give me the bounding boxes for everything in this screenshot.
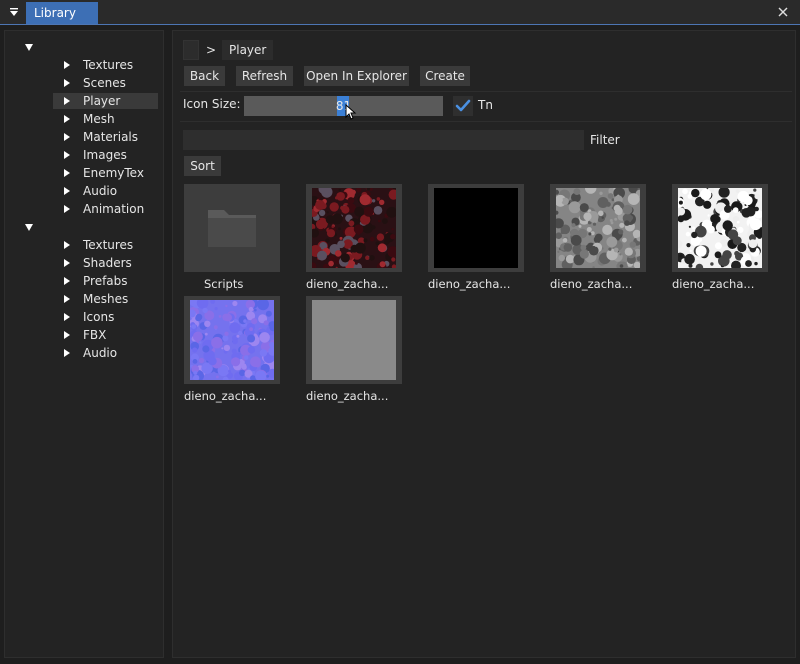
tree-item-label: Icons	[83, 310, 115, 324]
texture-tile[interactable]	[672, 184, 768, 272]
icon-size-label: Icon Size:	[183, 97, 241, 111]
toolbar-divider	[180, 91, 792, 92]
breadcrumb-separator: >	[206, 43, 217, 57]
file-name-label: Scripts	[204, 277, 244, 291]
close-button[interactable]	[774, 3, 792, 21]
create-button[interactable]: Create	[420, 66, 470, 86]
folder-tile[interactable]	[184, 184, 280, 272]
triangle-right-icon[interactable]	[63, 115, 71, 123]
tree-item-images[interactable]: Images	[53, 147, 158, 163]
window-title-bar: Library	[0, 0, 800, 25]
file-name-label: dieno_zacha...	[672, 277, 755, 291]
triangle-right-icon[interactable]	[63, 277, 71, 285]
tree-item-label: EnemyTex	[83, 166, 144, 180]
breadcrumb-root[interactable]	[183, 40, 199, 60]
tree-item-prefabs[interactable]: Prefabs	[53, 273, 158, 289]
checkmark-icon	[455, 99, 471, 112]
triangle-right-icon[interactable]	[63, 241, 71, 249]
filter-input[interactable]	[183, 130, 584, 150]
file-name-label: dieno_zacha...	[184, 389, 267, 403]
tree-item-label: Shaders	[83, 256, 132, 270]
tree-item-label: Materials	[83, 130, 139, 144]
filter-label: Filter	[590, 133, 620, 147]
triangle-right-icon[interactable]	[63, 151, 71, 159]
triangle-down-icon	[10, 8, 18, 16]
tree-item-label: Textures	[83, 58, 134, 72]
triangle-down-icon	[25, 43, 33, 51]
triangle-right-icon[interactable]	[63, 187, 71, 195]
sort-button[interactable]: Sort	[184, 156, 221, 176]
triangle-right-icon[interactable]	[63, 331, 71, 339]
tree-item-materials[interactable]: Materials	[53, 129, 158, 145]
triangle-right-icon[interactable]	[63, 61, 71, 69]
refresh-button[interactable]: Refresh	[236, 66, 293, 86]
tree-item-label: Images	[83, 148, 127, 162]
triangle-down-icon	[25, 223, 33, 231]
texture-thumbnail	[312, 300, 396, 380]
triangle-right-icon[interactable]	[63, 97, 71, 105]
tree-root-toggle-1[interactable]	[23, 41, 35, 53]
tree-item-label: Textures	[83, 238, 134, 252]
back-button[interactable]: Back	[184, 66, 225, 86]
breadcrumb-current[interactable]: Player	[222, 40, 274, 60]
tree-item-enemytex[interactable]: EnemyTex	[53, 165, 158, 181]
folder-icon	[190, 188, 274, 268]
tab-library[interactable]: Library	[26, 2, 98, 24]
texture-tile[interactable]	[550, 184, 646, 272]
file-name-label: dieno_zacha...	[550, 277, 633, 291]
icon-size-slider[interactable]: 81	[244, 96, 443, 116]
triangle-right-icon[interactable]	[63, 79, 71, 87]
tree-root-toggle-2[interactable]	[23, 221, 35, 233]
triangle-right-icon[interactable]	[63, 313, 71, 321]
tree-item-scenes[interactable]: Scenes	[53, 75, 158, 91]
triangle-right-icon[interactable]	[63, 205, 71, 213]
tree-item-textures[interactable]: Textures	[53, 57, 158, 73]
tree-item-label: Player	[83, 94, 121, 108]
tree-item-label: Animation	[83, 202, 145, 216]
triangle-right-icon[interactable]	[63, 133, 71, 141]
texture-tile[interactable]	[306, 184, 402, 272]
texture-thumbnail	[678, 188, 762, 268]
tree-item-mesh[interactable]: Mesh	[53, 111, 158, 127]
tree-item-textures[interactable]: Textures	[53, 237, 158, 253]
folder-tree-panel: Textures Scenes Player Mesh Materials Images E…	[4, 30, 164, 658]
thumbnail-checkbox-label: Tn	[478, 98, 493, 112]
tree-item-audio[interactable]: Audio	[53, 183, 158, 199]
triangle-right-icon[interactable]	[63, 349, 71, 357]
file-name-label: dieno_zacha...	[306, 277, 389, 291]
tree-item-icons[interactable]: Icons	[53, 309, 158, 325]
tree-item-label: Prefabs	[83, 274, 128, 288]
texture-tile[interactable]	[306, 296, 402, 384]
thumbnail-checkbox[interactable]	[453, 96, 473, 116]
open-in-explorer-button[interactable]: Open In Explorer	[304, 66, 409, 86]
tree-item-label: Meshes	[83, 292, 129, 306]
triangle-right-icon[interactable]	[63, 295, 71, 303]
close-icon	[778, 7, 788, 17]
tree-item-label: Mesh	[83, 112, 115, 126]
mouse-cursor-icon	[345, 104, 357, 120]
texture-thumbnail	[556, 188, 640, 268]
icon-size-value: 81	[335, 99, 352, 113]
texture-tile[interactable]	[428, 184, 524, 272]
texture-thumbnail	[312, 188, 396, 268]
tree-item-fbx[interactable]: FBX	[53, 327, 158, 343]
tree-item-label: FBX	[83, 328, 107, 342]
file-name-label: dieno_zacha...	[428, 277, 511, 291]
tree-item-meshes[interactable]: Meshes	[53, 291, 158, 307]
tree-item-label: Audio	[83, 346, 118, 360]
tree-item-label: Audio	[83, 184, 118, 198]
texture-tile[interactable]	[184, 296, 280, 384]
triangle-right-icon[interactable]	[63, 169, 71, 177]
window-menu-button[interactable]	[4, 2, 24, 22]
tree-item-audio[interactable]: Audio	[53, 345, 158, 361]
options-divider	[180, 121, 792, 122]
file-name-label: dieno_zacha...	[306, 389, 389, 403]
texture-thumbnail	[434, 188, 518, 268]
texture-thumbnail	[190, 300, 274, 380]
tree-item-shaders[interactable]: Shaders	[53, 255, 158, 271]
tree-item-label: Scenes	[83, 76, 126, 90]
triangle-right-icon[interactable]	[63, 259, 71, 267]
tree-item-player[interactable]: Player	[53, 93, 158, 109]
tree-item-animation[interactable]: Animation	[53, 201, 158, 217]
